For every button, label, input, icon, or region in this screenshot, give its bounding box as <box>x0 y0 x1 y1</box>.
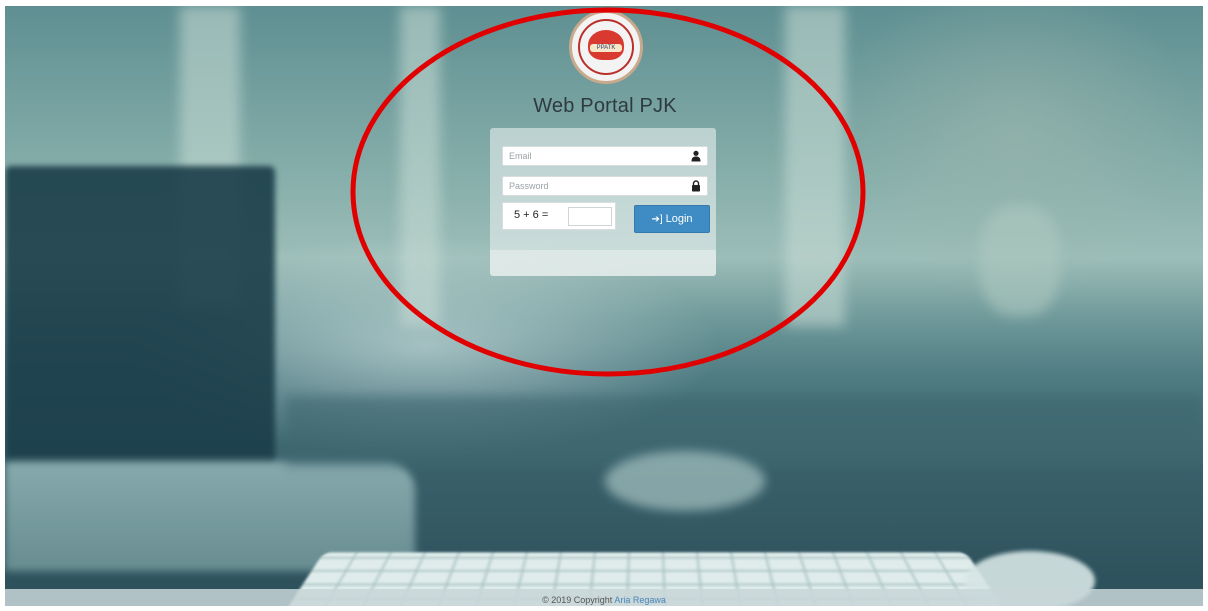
author-link[interactable]: Aria Regawa <box>614 595 666 605</box>
bowl <box>605 451 765 511</box>
desk-shadow <box>285 396 1203 466</box>
copyright-text: © 2019 Copyright <box>542 595 613 605</box>
highlight-circle-annotation <box>350 7 866 377</box>
footer: © 2019 Copyright Aria Regawa <box>5 589 1203 606</box>
laptop-screen <box>5 166 275 466</box>
glass <box>980 206 1060 316</box>
